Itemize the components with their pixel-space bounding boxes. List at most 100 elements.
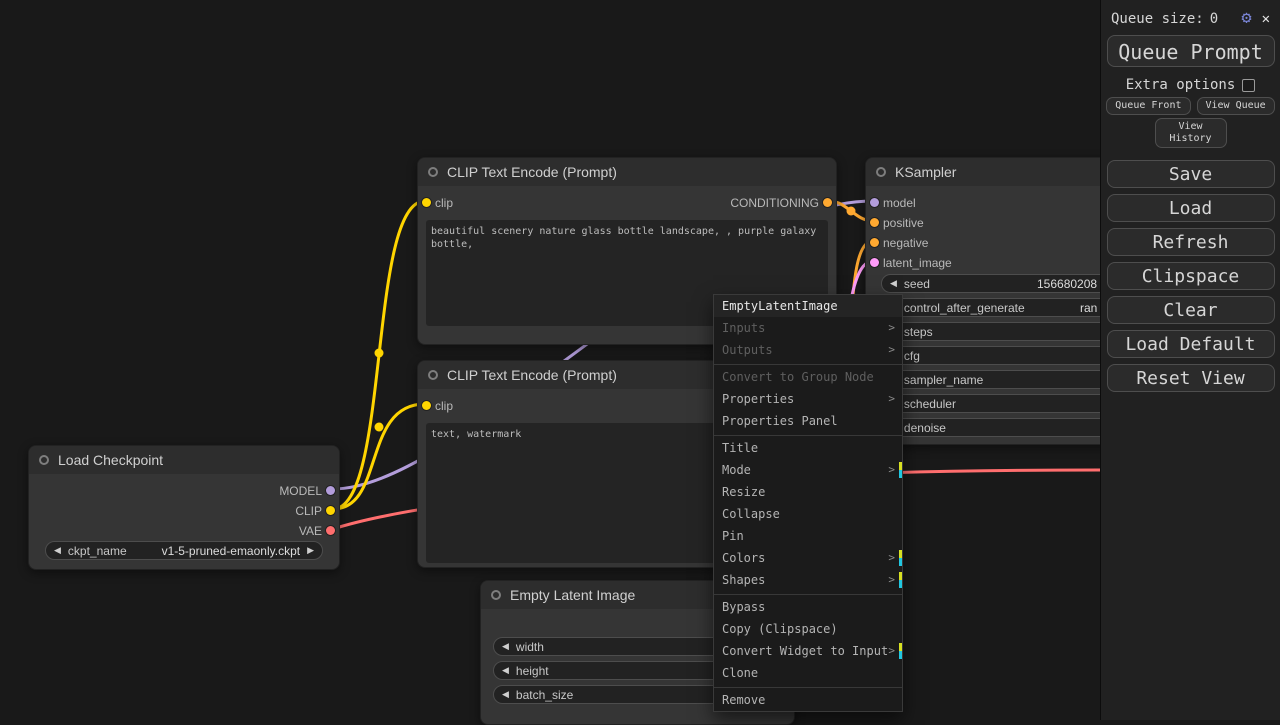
widget-value: v1-5-pruned-emaonly.ckpt xyxy=(161,543,301,558)
collapse-dot-icon[interactable] xyxy=(428,167,438,177)
context-menu-item-colors[interactable]: Colors > xyxy=(714,547,902,569)
view-history-button[interactable]: View History xyxy=(1154,118,1227,148)
menu-separator xyxy=(714,362,902,365)
input-port-clip[interactable] xyxy=(422,198,431,207)
context-menu-item-convert-widget-to-input[interactable]: Convert Widget to Input > xyxy=(714,640,902,662)
context-menu-item-inputs: Inputs > xyxy=(714,317,902,339)
increment-arrow-icon[interactable]: ▶ xyxy=(307,545,314,556)
submenu-arrow-icon: > xyxy=(888,392,895,405)
input-slot-clip: clip xyxy=(418,397,453,414)
submenu-arrow-icon: > xyxy=(888,321,895,334)
context-menu-item-pin[interactable]: Pin xyxy=(714,525,902,547)
context-menu-item-copy-clipspace[interactable]: Copy (Clipspace) xyxy=(714,618,902,640)
context-menu-item-resize[interactable]: Resize xyxy=(714,481,902,503)
reset-view-button[interactable]: Reset View xyxy=(1106,364,1275,392)
context-menu-item-bypass[interactable]: Bypass xyxy=(714,596,902,618)
close-icon[interactable]: ✕ xyxy=(1262,12,1270,26)
menu-item-label: Bypass xyxy=(722,600,766,614)
widget-label: width xyxy=(515,639,544,654)
menu-item-label: Shapes xyxy=(722,573,766,587)
collapse-dot-icon[interactable] xyxy=(39,455,49,465)
widget-ckpt-name[interactable]: ◀ ckpt_name v1-5-pruned-emaonly.ckpt ▶ xyxy=(45,541,323,560)
context-menu-item-properties-panel[interactable]: Properties Panel xyxy=(714,410,902,432)
output-port-clip[interactable] xyxy=(326,506,335,515)
menu-item-label: Colors xyxy=(722,551,766,565)
menu-item-label: Resize xyxy=(722,485,766,499)
queue-prompt-button[interactable]: Queue Prompt xyxy=(1106,35,1275,67)
output-port-vae[interactable] xyxy=(326,526,335,535)
input-port-clip[interactable] xyxy=(422,401,431,410)
collapse-dot-icon[interactable] xyxy=(491,590,501,600)
widget-label: scheduler xyxy=(903,396,956,411)
widget-label: cfg xyxy=(903,348,920,363)
context-menu-title: EmptyLatentImage xyxy=(714,295,902,317)
view-queue-button[interactable]: View Queue xyxy=(1196,97,1275,115)
wire-clip-negative xyxy=(331,402,427,511)
context-menu-item-remove[interactable]: Remove xyxy=(714,689,902,711)
collapse-dot-icon[interactable] xyxy=(876,167,886,177)
queue-size-label: Queue size: xyxy=(1111,10,1204,27)
menu-separator xyxy=(714,433,902,436)
context-menu-item-collapse[interactable]: Collapse xyxy=(714,503,902,525)
collapse-dot-icon[interactable] xyxy=(428,370,438,380)
context-menu-item-clone[interactable]: Clone xyxy=(714,662,902,684)
context-menu-item-mode[interactable]: Mode > xyxy=(714,459,902,481)
menu-item-label: Convert Widget to Input xyxy=(722,644,889,658)
context-menu-item-outputs: Outputs > xyxy=(714,339,902,361)
input-port-positive[interactable] xyxy=(870,218,879,227)
output-slot-vae: VAE xyxy=(299,522,339,539)
context-menu-item-title[interactable]: Title xyxy=(714,437,902,459)
menu-item-label: Convert to Group Node xyxy=(722,370,874,384)
widget-label: denoise xyxy=(903,420,946,435)
input-slot-clip: clip xyxy=(418,194,453,211)
extra-options-checkbox[interactable] xyxy=(1242,78,1256,92)
save-button[interactable]: Save xyxy=(1106,160,1275,188)
queue-size-value: 0 xyxy=(1209,10,1219,27)
slot-label: positive xyxy=(883,215,924,230)
menu-item-label: Properties Panel xyxy=(722,414,838,428)
widget-label: height xyxy=(515,663,549,678)
decrement-arrow-icon[interactable]: ◀ xyxy=(54,545,61,556)
submenu-indicator xyxy=(899,462,902,478)
submenu-arrow-icon: > xyxy=(888,463,895,476)
widget-label: control_after_generate xyxy=(903,300,1025,315)
node-load-checkpoint[interactable]: Load Checkpoint MODEL CLIP VAE ◀ ckpt_na… xyxy=(28,445,340,570)
node-title: Empty Latent Image xyxy=(510,587,636,603)
submenu-indicator xyxy=(899,572,902,588)
settings-gear-icon[interactable]: ⚙ xyxy=(1241,10,1251,27)
input-port-model[interactable] xyxy=(870,198,879,207)
input-slot-negative: negative xyxy=(866,234,928,251)
decrement-arrow-icon[interactable]: ◀ xyxy=(890,278,897,289)
clipspace-button[interactable]: Clipspace xyxy=(1106,262,1275,290)
clear-button[interactable]: Clear xyxy=(1106,296,1275,324)
context-menu-item-properties[interactable]: Properties > xyxy=(714,388,902,410)
node-titlebar[interactable]: Load Checkpoint xyxy=(29,446,339,474)
context-menu-item-shapes[interactable]: Shapes > xyxy=(714,569,902,591)
menu-separator xyxy=(714,685,902,688)
node-title: CLIP Text Encode (Prompt) xyxy=(447,164,617,180)
input-slot-latent-image: latent_image xyxy=(866,254,952,271)
decrement-arrow-icon[interactable]: ◀ xyxy=(502,641,509,652)
menu-item-label: Clone xyxy=(722,666,759,680)
menu-item-label: Copy (Clipspace) xyxy=(722,622,838,636)
output-port-model[interactable] xyxy=(326,486,335,495)
menu-item-label: Outputs xyxy=(722,343,773,357)
slot-label: CONDITIONING xyxy=(730,195,819,210)
queue-front-button[interactable]: Queue Front xyxy=(1106,97,1191,115)
menu-item-label: Title xyxy=(722,441,759,455)
input-port-latent-image[interactable] xyxy=(870,258,879,267)
decrement-arrow-icon[interactable]: ◀ xyxy=(502,665,509,676)
output-port-conditioning[interactable] xyxy=(823,198,832,207)
output-slot-clip: CLIP xyxy=(295,502,339,519)
decrement-arrow-icon[interactable]: ◀ xyxy=(502,689,509,700)
menu-item-label: Mode xyxy=(722,463,751,477)
widget-value: 156680208 xyxy=(1037,277,1098,291)
submenu-indicator xyxy=(899,643,902,659)
input-port-negative[interactable] xyxy=(870,238,879,247)
load-button[interactable]: Load xyxy=(1106,194,1275,222)
wire-clip-positive xyxy=(331,199,427,511)
node-titlebar[interactable]: CLIP Text Encode (Prompt) xyxy=(418,158,836,186)
load-default-button[interactable]: Load Default xyxy=(1106,330,1275,358)
submenu-arrow-icon: > xyxy=(888,644,895,657)
refresh-button[interactable]: Refresh xyxy=(1106,228,1275,256)
